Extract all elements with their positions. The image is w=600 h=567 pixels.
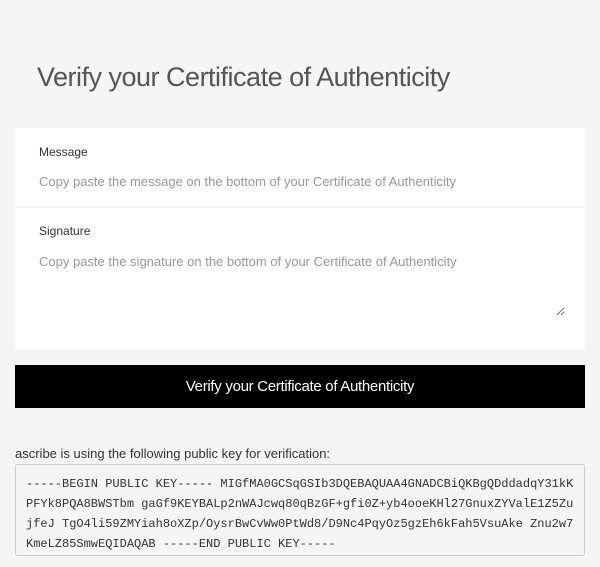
public-key-intro: ascribe is using the following public ke… [15,446,331,461]
message-input[interactable] [39,174,559,189]
page-title: Verify your Certificate of Authenticity [37,62,450,92]
message-label: Message [39,145,88,159]
signature-label: Signature [39,224,91,238]
signature-textarea[interactable] [39,254,565,316]
message-group: Message [15,128,585,208]
public-key-block: -----BEGIN PUBLIC KEY----- MIGfMA0GCSqGS… [15,464,585,556]
verify-page: Verify your Certificate of Authenticity … [0,0,600,567]
verify-form: Message Signature [15,128,585,349]
verify-button[interactable]: Verify your Certificate of Authenticity [15,365,585,408]
